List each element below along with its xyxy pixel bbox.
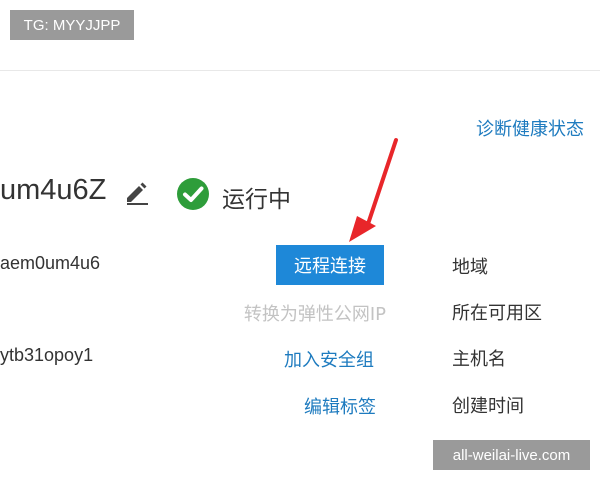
diagnose-health-link[interactable]: 诊断健康状态 bbox=[476, 115, 584, 141]
instance-info-value: ytb31opoy1 bbox=[0, 345, 94, 365]
red-arrow-icon bbox=[330, 130, 410, 264]
edit-tags-link[interactable]: 编辑标签 bbox=[304, 393, 376, 419]
top-divider bbox=[0, 70, 600, 71]
check-circle-icon bbox=[176, 177, 210, 215]
field-label-hostname: 主机名 bbox=[452, 349, 506, 370]
pencil-icon[interactable] bbox=[124, 179, 150, 209]
instance-id-value: aem0um4u6 bbox=[0, 253, 101, 273]
instance-name: um4u6Z bbox=[0, 174, 107, 206]
join-security-group-link[interactable]: 加入安全组 bbox=[284, 346, 374, 372]
field-label-zone: 所在可用区 bbox=[452, 303, 542, 324]
field-label-region: 地域 bbox=[452, 257, 488, 278]
field-label-created-time: 创建时间 bbox=[452, 396, 524, 417]
convert-eip-link: 转换为弹性公网IP bbox=[243, 304, 386, 325]
tg-badge: TG: MYYJJPP bbox=[10, 10, 134, 40]
status-text: 运行中 bbox=[222, 187, 291, 213]
watermark: all-weilai-live.com bbox=[433, 440, 590, 470]
